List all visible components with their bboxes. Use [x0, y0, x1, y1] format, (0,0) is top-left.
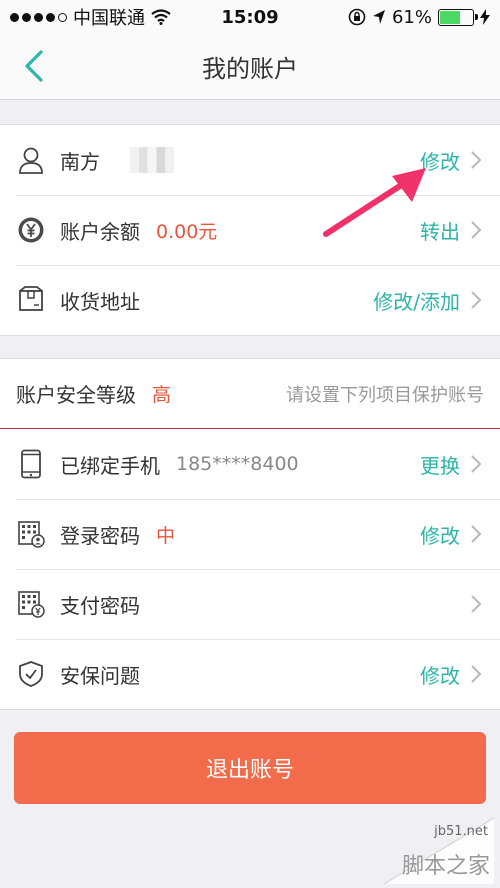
battery-percent: 61% — [391, 6, 432, 28]
shield-check-icon — [16, 659, 46, 689]
pay-password-label: 支付密码 — [60, 593, 140, 618]
row-action[interactable]: 修改 — [420, 660, 484, 689]
keypad-user-icon — [16, 519, 46, 549]
battery-level — [440, 10, 460, 24]
security-level-value: 高 — [152, 384, 172, 406]
bound-phone-label: 已绑定手机 — [60, 453, 160, 478]
annotation-arrow-icon — [323, 168, 426, 237]
chevron-right-icon — [470, 523, 484, 545]
carrier-name: 中国联通 — [73, 8, 145, 29]
pay-password-row[interactable]: 支付密码 — [0, 569, 500, 639]
page-title: 我的账户 — [202, 55, 298, 83]
chevron-right-icon — [470, 663, 484, 685]
chevron-right-icon — [470, 289, 484, 311]
watermark-url: jb51.net — [434, 824, 488, 839]
signal-strength-icon — [10, 12, 67, 22]
status-right: 61% — [348, 7, 490, 28]
login-password-strength: 中 — [156, 524, 176, 547]
watermark-text: 脚本之家 — [401, 854, 490, 879]
phone-icon — [16, 449, 46, 479]
row-action[interactable]: 修改/添加 — [373, 286, 484, 315]
chevron-right-icon — [470, 149, 484, 171]
modify-login-password-button[interactable]: 修改 — [420, 520, 460, 549]
row-action[interactable]: 更换 — [420, 450, 484, 479]
address-row[interactable]: 收货地址 修改/添加 — [0, 265, 500, 335]
security-section: 账户安全等级 高 请设置下列项目保护账号 已绑定手机 185****8400 更… — [0, 358, 500, 710]
status-bar: 中国联通 15:09 61% — [0, 0, 500, 34]
logout-button[interactable]: 退出账号 — [14, 732, 486, 804]
row-action[interactable] — [460, 593, 484, 615]
security-level-label: 账户安全等级 — [16, 383, 136, 407]
location-icon — [372, 10, 385, 24]
name-mosaic — [130, 147, 174, 173]
keypad-yen-icon — [16, 589, 46, 619]
user-icon — [16, 145, 46, 175]
row-action[interactable]: 修改 — [420, 520, 484, 549]
chevron-right-icon — [470, 219, 484, 241]
address-label: 收货地址 — [60, 289, 140, 314]
login-password-row[interactable]: 登录密码 中 修改 — [0, 499, 500, 569]
yen-coin-icon — [16, 215, 46, 245]
package-icon — [16, 285, 46, 315]
battery-icon — [438, 8, 478, 26]
balance-label: 账户余额 — [60, 219, 140, 244]
bound-phone-number: 185****8400 — [176, 453, 299, 475]
security-question-row[interactable]: 安保问题 修改 — [0, 639, 500, 709]
balance-value: 0.00元 — [156, 220, 218, 243]
login-password-label: 登录密码 — [60, 523, 140, 548]
account-name: 南方 — [60, 149, 100, 174]
chevron-right-icon — [470, 453, 484, 475]
change-phone-button[interactable]: 更换 — [420, 450, 460, 479]
chevron-right-icon — [470, 593, 484, 615]
status-left: 中国联通 — [10, 4, 171, 30]
wifi-icon — [151, 9, 171, 25]
back-button[interactable] — [22, 46, 62, 86]
bound-phone-row[interactable]: 已绑定手机 185****8400 更换 — [0, 429, 500, 499]
security-level-row: 账户安全等级 高 请设置下列项目保护账号 — [0, 359, 500, 429]
security-hint: 请设置下列项目保护账号 — [286, 384, 484, 406]
security-question-label: 安保问题 — [60, 663, 140, 688]
chevron-left-icon — [25, 50, 43, 82]
modify-security-question-button[interactable]: 修改 — [420, 660, 460, 689]
charging-icon — [480, 9, 490, 25]
rotation-lock-icon — [348, 8, 366, 26]
watermark: jb51.net 脚本之家 — [344, 818, 494, 884]
nav-bar: 我的账户 — [0, 34, 500, 100]
modify-add-address-button[interactable]: 修改/添加 — [373, 286, 460, 315]
